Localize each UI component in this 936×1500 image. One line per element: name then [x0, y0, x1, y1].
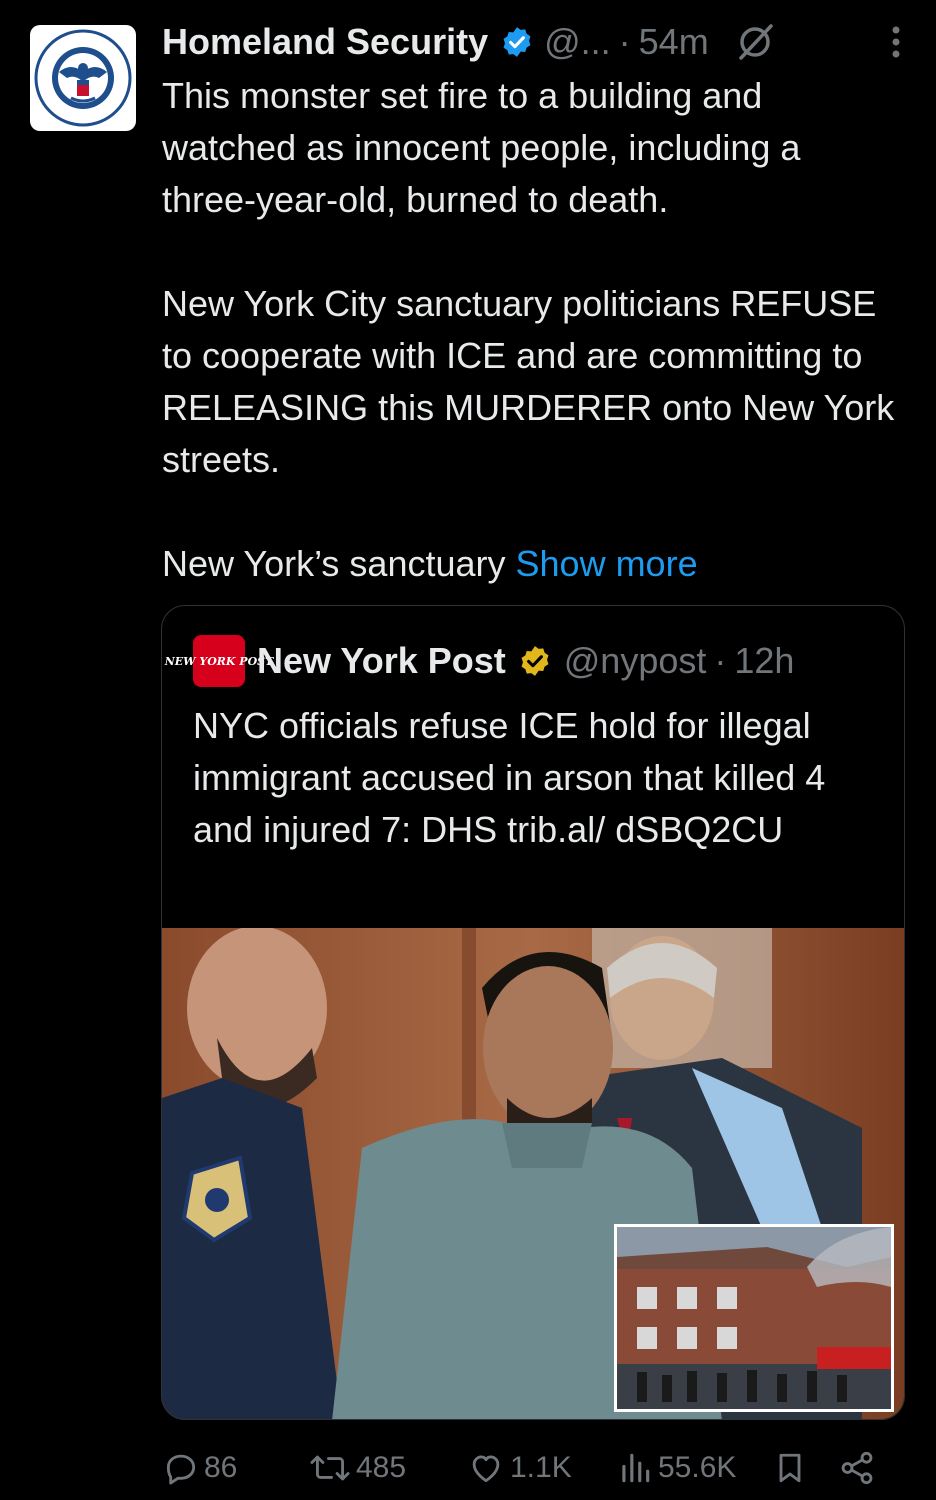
tweet-paragraph-truncated: New York’s sanctuary Show more [162, 538, 902, 590]
verified-icon [500, 25, 534, 59]
show-more-link[interactable]: Show more [516, 543, 698, 584]
reply-button[interactable]: 86 [162, 1449, 308, 1487]
author-handle[interactable]: @... [544, 21, 611, 63]
inset-photo[interactable] [614, 1224, 894, 1412]
author-name[interactable]: Homeland Security [162, 21, 488, 63]
dhs-seal-icon [34, 29, 132, 127]
like-button[interactable]: 1.1K [466, 1449, 616, 1487]
more-options-icon[interactable] [876, 20, 916, 64]
tweet-paragraph: This monster set fire to a building and … [162, 75, 801, 220]
tweet-actions-bar: 86 485 1.1K 55.6K [162, 1440, 902, 1496]
quoted-author-name[interactable]: New York Post [257, 640, 506, 682]
repost-count: 485 [356, 1451, 407, 1484]
nypost-avatar[interactable]: NEW YORK POST [165, 635, 273, 687]
views-button[interactable]: 55.6K [616, 1449, 772, 1487]
tweet-time[interactable]: 54m [639, 21, 709, 63]
bookmark-icon [779, 1453, 801, 1483]
gold-verified-icon [518, 644, 552, 678]
quoted-tweet-card[interactable]: NEW YORK POST New York Post @nypost · 12… [161, 605, 905, 1420]
separator-dot: · [618, 21, 631, 62]
quoted-tweet-header: NEW YORK POST New York Post @nypost · 12… [165, 634, 794, 688]
grok-icon[interactable] [735, 22, 775, 62]
tweet-body: This monster set fire to a building and … [162, 70, 902, 590]
quoted-tweet-time[interactable]: 12h [734, 640, 794, 682]
building-fire-photo [617, 1227, 891, 1409]
tweet-header: Homeland Security @... · 54m [162, 18, 916, 66]
quoted-tweet-text: NYC officials refuse ICE hold for illega… [193, 705, 826, 850]
author-avatar[interactable] [30, 25, 136, 131]
like-count: 1.1K [510, 1451, 572, 1484]
truncated-text: New York’s sanctuary [162, 543, 516, 584]
quoted-tweet-photo[interactable] [162, 928, 904, 1419]
quoted-author-handle[interactable]: @nypost [564, 640, 707, 682]
tweet-paragraph: New York City sanctuary politicians REFU… [162, 283, 895, 480]
share-icon [841, 1451, 873, 1485]
reply-icon [166, 1454, 196, 1485]
repost-button[interactable]: 485 [308, 1449, 466, 1487]
repost-icon [310, 1455, 350, 1481]
views-count: 55.6K [658, 1451, 737, 1484]
separator-dot: · [714, 640, 727, 681]
views-icon [622, 1453, 650, 1483]
bookmark-button[interactable] [772, 1448, 838, 1488]
like-icon [472, 1455, 500, 1483]
reply-count: 86 [204, 1451, 238, 1484]
share-button[interactable] [838, 1449, 880, 1487]
